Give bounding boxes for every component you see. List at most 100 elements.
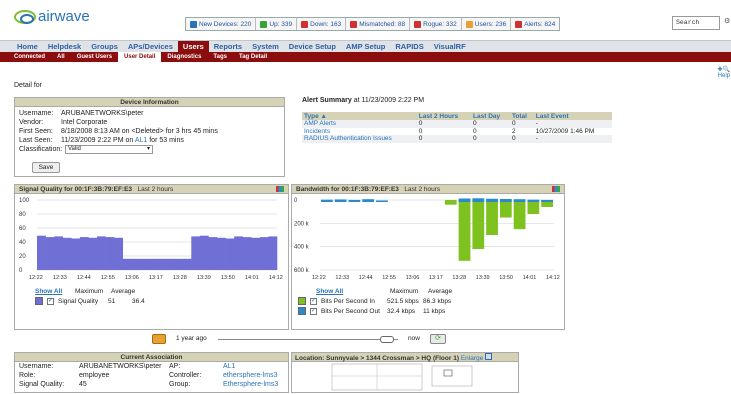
last-seen-ap-link[interactable]: AL1 <box>135 137 147 144</box>
floor-plan-map[interactable] <box>292 362 518 392</box>
vendor-value: Intel Corporate <box>61 119 108 126</box>
tab-aps-devices[interactable]: APs/Devices <box>123 41 178 53</box>
x-tick-label: 12:33 <box>335 275 349 281</box>
alert-col-header[interactable]: Last Event <box>533 112 612 120</box>
signal-bar <box>105 237 115 270</box>
status-down[interactable]: Down: 163 <box>297 18 347 30</box>
x-tick-label: 14:01 <box>245 275 259 281</box>
classification-select[interactable]: Valid <box>65 145 153 154</box>
signal-show-all-link[interactable]: Show All <box>35 288 71 295</box>
alert-cell: 2 <box>511 127 516 135</box>
bits-out-max: 32.4 kbps <box>387 307 416 315</box>
chart-options-icon[interactable] <box>276 186 284 192</box>
subtab-guest-users[interactable]: Guest Users <box>71 52 118 62</box>
alert-col-header[interactable]: Type ▲ <box>302 112 417 120</box>
signal-bar <box>208 237 218 270</box>
signal-bar <box>268 236 278 270</box>
floorplan-icon[interactable] <box>485 353 493 360</box>
tab-groups[interactable]: Groups <box>86 41 123 53</box>
bits-out-checkbox[interactable] <box>310 307 317 315</box>
signal-bar <box>122 258 132 270</box>
association-row: Username: ARUBANETWORKS\peter AP: AL1 <box>15 362 288 371</box>
tab-home[interactable]: Home <box>12 41 43 53</box>
x-tick-label: 12:44 <box>359 275 373 281</box>
status-up[interactable]: Up: 339 <box>256 18 298 30</box>
username-row: Username: ARUBANETWORKS\peter <box>15 109 284 118</box>
alert-col-header[interactable]: Last Day <box>471 112 510 120</box>
device-info-title: Device Information <box>15 98 284 107</box>
status-new-devices[interactable]: New Devices: 220 <box>186 18 257 30</box>
status-alerts[interactable]: Alerts: 824 <box>511 18 559 30</box>
association-link[interactable]: ethersphere-lms3 <box>223 371 277 380</box>
subtab-connected[interactable]: Connected <box>8 52 51 62</box>
status-rogue[interactable]: Rogue: 332 <box>410 18 462 30</box>
y-tick-label: 200 k <box>294 221 310 227</box>
alert-cell: 0 <box>418 127 423 135</box>
calendar-icon[interactable] <box>152 334 166 344</box>
tab-users[interactable]: Users <box>177 40 209 53</box>
logo-text: airwave <box>38 8 90 25</box>
bits-out-bar <box>321 199 333 202</box>
status-label: Mismatched: 88 <box>359 20 406 28</box>
time-slider-track[interactable] <box>218 339 398 340</box>
bits-in-checkbox[interactable] <box>310 297 317 305</box>
alert-summary-title: Alert Summary at 11/23/2009 2:22 PM <box>302 97 424 104</box>
association-link[interactable]: Ethersphere-lms3 <box>223 380 278 389</box>
new-devices-icon <box>190 20 197 28</box>
tab-rapids[interactable]: RAPIDS <box>390 41 428 53</box>
alert-cell: 0 <box>473 127 477 135</box>
tab-reports[interactable]: Reports <box>209 41 247 53</box>
save-button[interactable]: Save <box>32 162 60 173</box>
tab-amp-setup[interactable]: AMP Setup <box>341 41 390 53</box>
y-tick-label: 0 <box>294 198 298 204</box>
alert-type-link[interactable]: RADIUS Authentication Issues <box>302 135 417 143</box>
users-icon <box>465 20 473 28</box>
status-label: Alerts: 824 <box>524 20 556 28</box>
subtab-tag-detail[interactable]: Tag Detail <box>233 52 273 62</box>
subtab-tags[interactable]: Tags <box>207 52 233 62</box>
first-seen-row: First Seen: 8/18/2008 8:13 AM on <Deleted… <box>15 127 284 136</box>
last-seen-label: Last Seen: <box>19 137 53 144</box>
bits-out-bar <box>486 198 498 202</box>
association-link[interactable]: AL1 <box>223 362 235 371</box>
signal-quality-checkbox[interactable] <box>47 297 54 305</box>
alert-type-link[interactable]: AMP Alerts <box>302 120 417 128</box>
status-label: Rogue: 332 <box>423 20 457 28</box>
bandwidth-show-all-link[interactable]: Show All <box>316 288 386 295</box>
refresh-icon[interactable]: ⟳ <box>430 334 446 344</box>
subtab-diagnostics[interactable]: Diagnostics <box>161 52 207 62</box>
alert-cell: 10/27/2009 1:46 PM <box>535 127 595 135</box>
airwave-logo[interactable]: airwave <box>14 8 90 25</box>
time-slider-handle[interactable] <box>380 336 394 343</box>
search-input[interactable]: Search <box>672 16 720 30</box>
signal-bar <box>242 237 252 270</box>
subtab-all[interactable]: All <box>51 52 71 62</box>
tab-visualrf[interactable]: VisualRF <box>429 41 471 53</box>
chart-options-icon[interactable] <box>552 186 560 192</box>
y-tick-label: 80 <box>19 212 26 218</box>
search-go-icon[interactable]: ⚙ <box>724 17 730 25</box>
alert-cell: 0 <box>416 120 472 128</box>
help-link[interactable]: ✚🔍 Help <box>710 66 731 79</box>
alert-col-header[interactable]: Total <box>509 112 534 120</box>
bits-in-bar <box>486 200 498 235</box>
enlarge-link[interactable]: Enlarge <box>461 355 483 362</box>
tab-system[interactable]: System <box>247 41 284 53</box>
alert-col-header[interactable]: Last 2 Hours <box>416 112 472 120</box>
bits-in-bar <box>444 200 457 205</box>
tab-device-setup[interactable]: Device Setup <box>284 41 341 53</box>
bits-out-bar <box>334 199 347 202</box>
signal-bar <box>191 236 201 270</box>
help-label: Help <box>717 73 730 79</box>
subtab-user-detail[interactable]: User Detail <box>118 52 162 62</box>
alert-type-link[interactable]: Incidents <box>302 128 417 136</box>
signal-bar <box>234 236 244 270</box>
signal-bar <box>182 258 192 270</box>
status-users[interactable]: Users: 236 <box>462 18 512 30</box>
tab-helpdesk[interactable]: Helpdesk <box>43 41 86 53</box>
alert-row: Incidents 0 0 2 10/27/2009 1:46 PM <box>302 128 612 136</box>
bits-in-bar <box>472 200 485 249</box>
x-tick-label: 13:28 <box>173 275 187 281</box>
last-seen-row: Last Seen: 11/23/2009 2:22 PM on AL1 for … <box>15 136 284 145</box>
status-mismatch[interactable]: Mismatched: 88 <box>346 18 411 30</box>
